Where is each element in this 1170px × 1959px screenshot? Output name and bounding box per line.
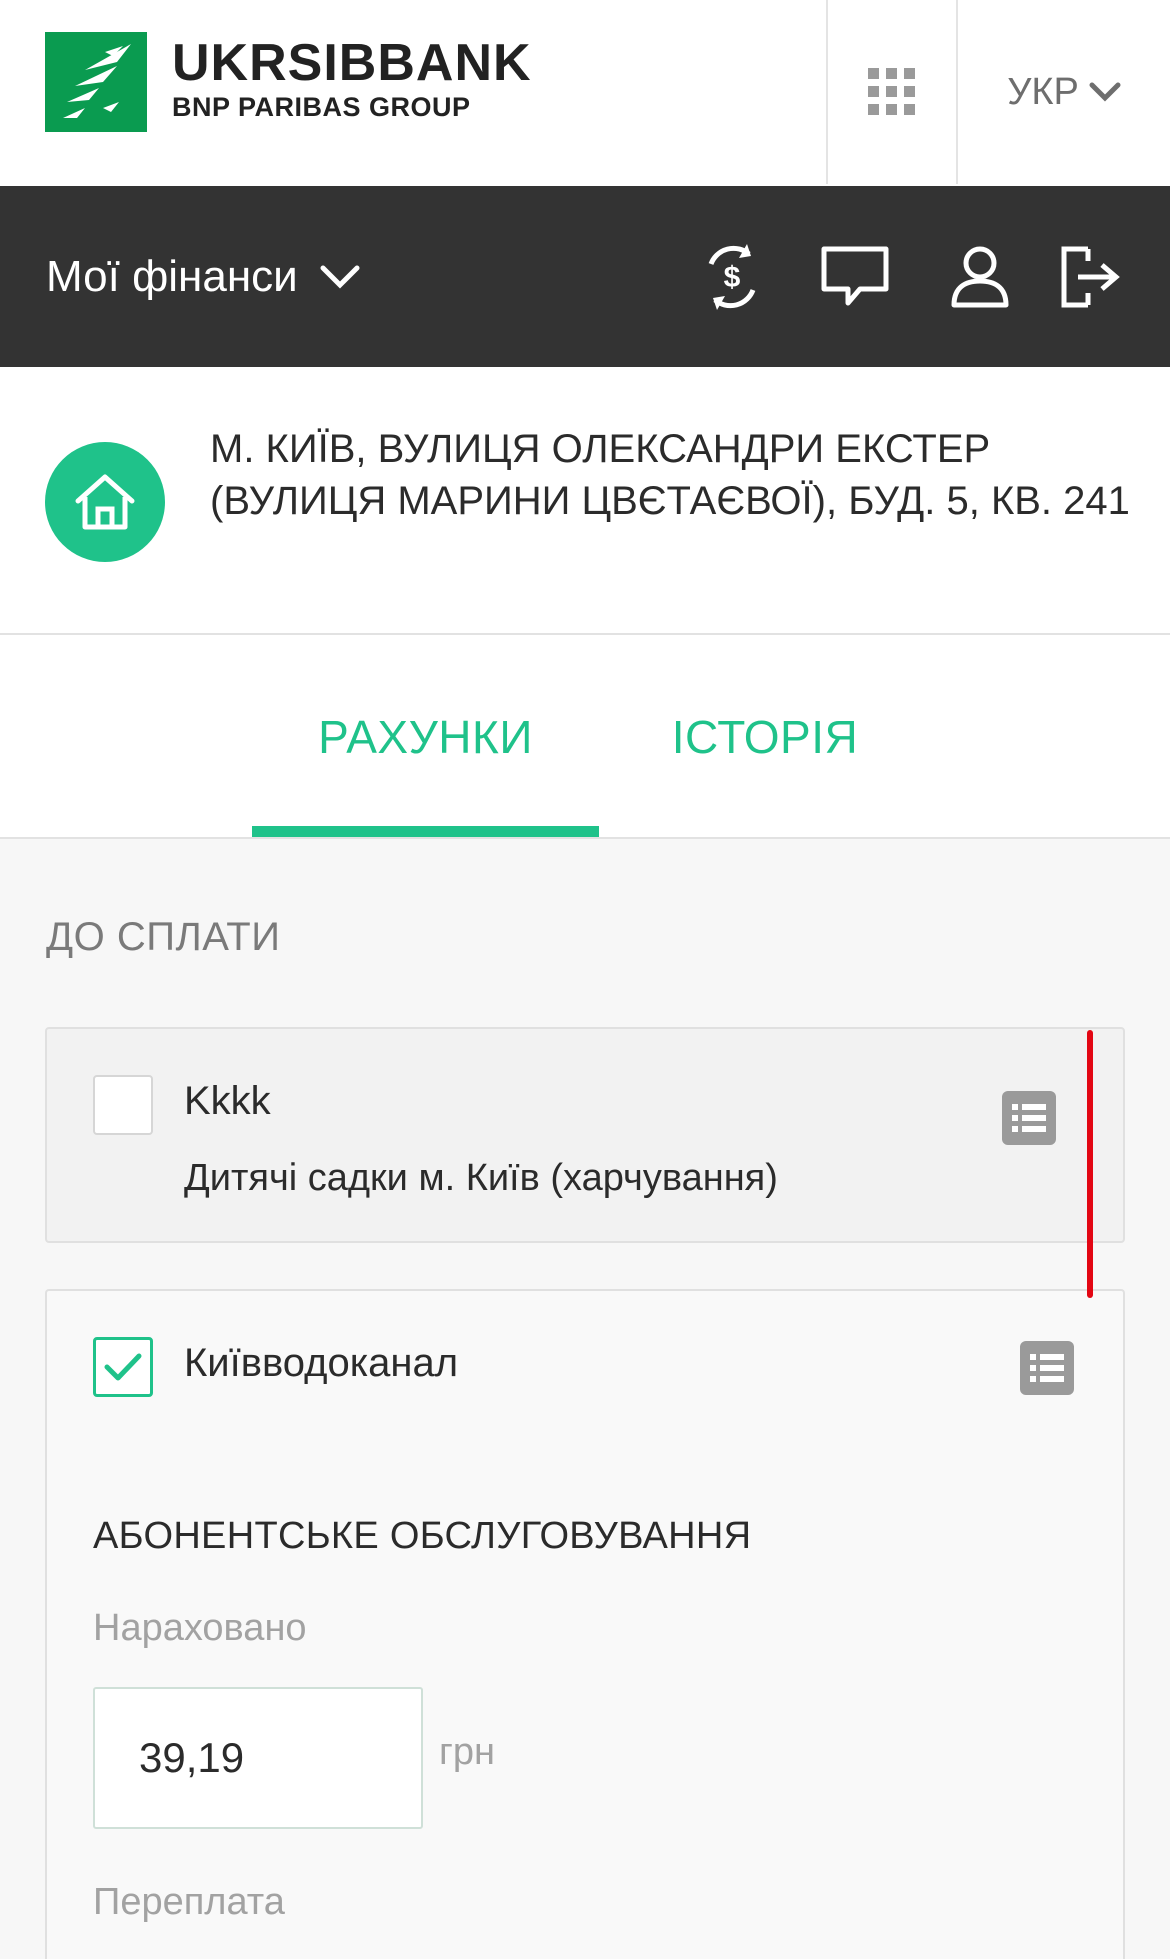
- currency-exchange-button[interactable]: $: [682, 186, 782, 367]
- charged-amount-input[interactable]: [93, 1687, 423, 1829]
- payee-card[interactable]: Kkkk Дитячі садки м. Київ (харчування): [45, 1027, 1125, 1243]
- payee-subtitle: Дитячі садки м. Київ (харчування): [184, 1157, 778, 1199]
- brand-subtitle: BNP PARIBAS GROUP: [172, 92, 471, 122]
- tab-history[interactable]: ІСТОРІЯ: [620, 637, 910, 837]
- list-icon: [1012, 1104, 1046, 1132]
- currency-label: грн: [439, 1731, 495, 1773]
- details-button[interactable]: [1020, 1341, 1074, 1395]
- overpay-label: Переплата: [93, 1881, 285, 1923]
- grid-icon: [868, 68, 915, 115]
- tabs-bar: РАХУНКИ ІСТОРІЯ: [0, 637, 1170, 839]
- service-title: АБОНЕНТСЬКЕ ОБСЛУГОВУВАННЯ: [93, 1515, 752, 1557]
- payee-checkbox[interactable]: [93, 1337, 153, 1397]
- brand-title: UKRSIBBANK: [172, 34, 532, 92]
- logout-button[interactable]: [1040, 186, 1140, 367]
- profile-button[interactable]: [930, 186, 1030, 367]
- bank-logo-icon: [45, 32, 147, 132]
- section-title: ДО СПЛАТИ: [46, 915, 281, 959]
- main-content: ДО СПЛАТИ Kkkk Дитячі садки м. Київ (хар…: [0, 839, 1170, 1959]
- chevron-down-icon: [1089, 82, 1121, 102]
- language-selector[interactable]: УКР: [958, 0, 1170, 184]
- apps-menu-button[interactable]: [828, 0, 956, 184]
- payee-checkbox[interactable]: [93, 1075, 153, 1135]
- messages-button[interactable]: [805, 186, 905, 367]
- svg-text:$: $: [724, 261, 741, 294]
- home-icon: [75, 474, 135, 530]
- home-avatar: [45, 442, 165, 562]
- payee-card[interactable]: Київводоканал АБОНЕНТСЬКЕ ОБСЛУГОВУВАННЯ…: [45, 1289, 1125, 1959]
- logout-icon: [1061, 246, 1120, 307]
- active-tab-indicator: [252, 826, 599, 837]
- red-annotation-line: [1087, 1030, 1093, 1298]
- list-icon: [1030, 1354, 1064, 1382]
- address-block: М. КИЇВ, ВУЛИЦЯ ОЛЕКСАНДРИ ЕКСТЕР (ВУЛИЦ…: [0, 367, 1170, 635]
- user-icon: [951, 246, 1009, 307]
- currency-exchange-icon: $: [708, 243, 756, 310]
- chat-icon: [821, 246, 889, 305]
- tab-accounts[interactable]: РАХУНКИ: [252, 637, 599, 837]
- top-header: UKRSIBBANK BNP PARIBAS GROUP УКР: [0, 0, 1170, 186]
- navbar-title: Мої фінанси: [46, 251, 298, 301]
- charged-label: Нараховано: [93, 1607, 307, 1649]
- language-label: УКР: [1007, 70, 1079, 113]
- payee-name: Київводоканал: [184, 1341, 459, 1385]
- chevron-down-icon: [320, 265, 360, 289]
- main-navbar: Мої фінанси $: [0, 186, 1170, 367]
- checkmark-icon: [104, 1353, 142, 1381]
- details-button[interactable]: [1002, 1091, 1056, 1145]
- payee-name: Kkkk: [184, 1079, 271, 1123]
- address-text: М. КИЇВ, ВУЛИЦЯ ОЛЕКСАНДРИ ЕКСТЕР (ВУЛИЦ…: [210, 427, 1130, 523]
- brand-name: UKRSIBBANK BNP PARIBAS GROUP: [172, 34, 532, 122]
- my-finances-menu[interactable]: Мої фінанси: [46, 186, 360, 367]
